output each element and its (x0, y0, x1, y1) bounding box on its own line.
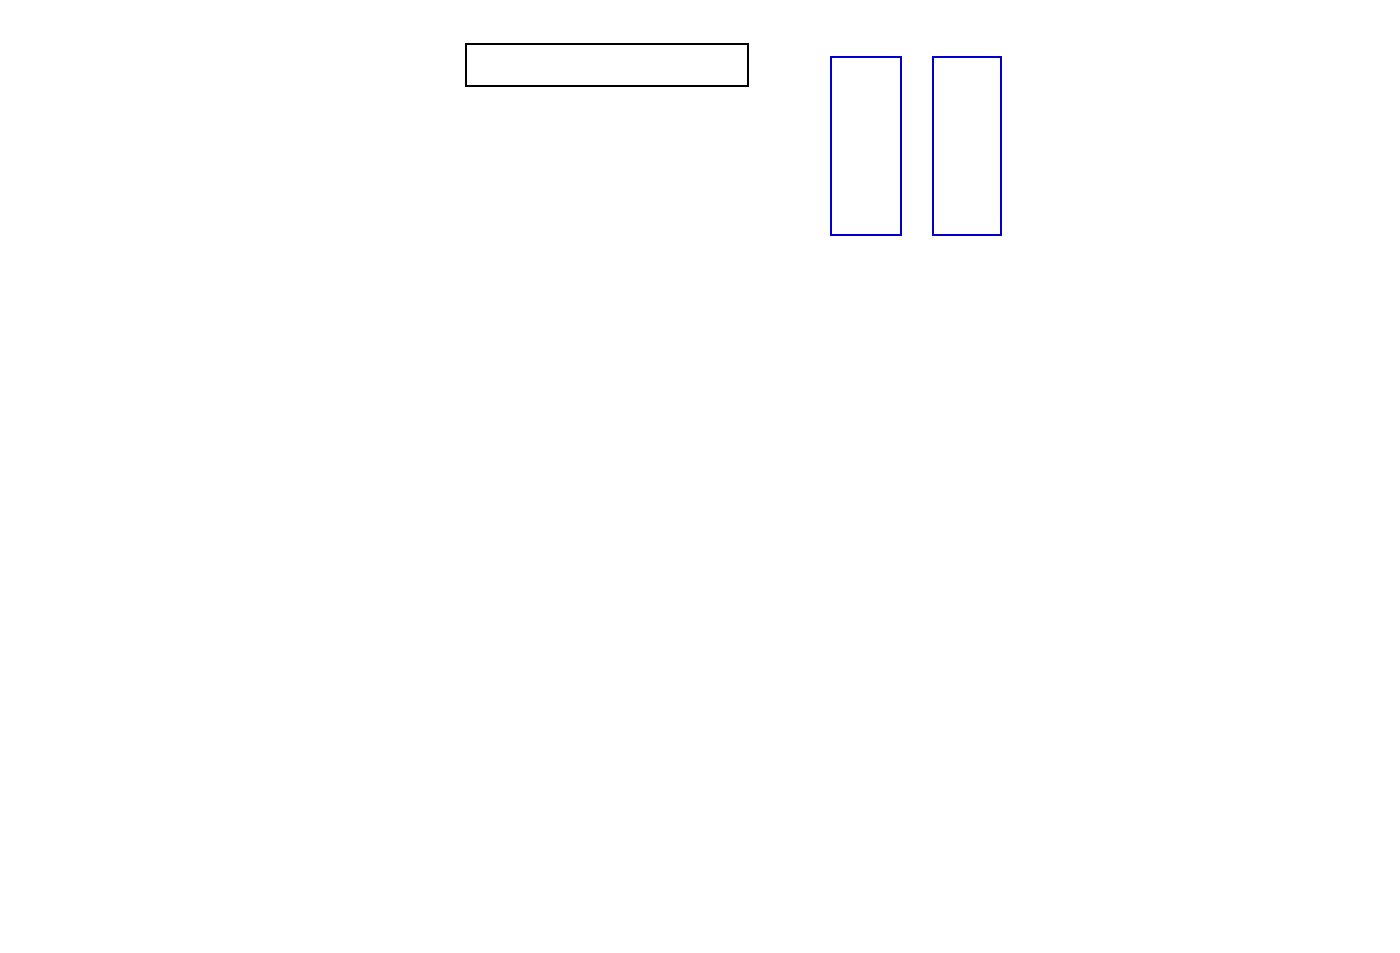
elixer-report-page (0, 0, 1400, 953)
clean-image-image (934, 58, 1000, 234)
with-sky-frame (830, 56, 902, 236)
footer-note (68, 876, 99, 953)
with-sky-image (832, 58, 900, 234)
fiber-positions-panel (40, 524, 240, 696)
decals-z-panel (780, 524, 980, 696)
clean-image-frame (932, 56, 1002, 236)
spec2d-weighted-sum-row (465, 43, 749, 87)
full-spectrum-plot (85, 263, 1335, 468)
decals-g-panel (409, 524, 609, 696)
emission-line-fit-plot (1035, 45, 1345, 245)
lineflux-map-panel (225, 524, 425, 696)
decals-r-panel (595, 524, 795, 696)
